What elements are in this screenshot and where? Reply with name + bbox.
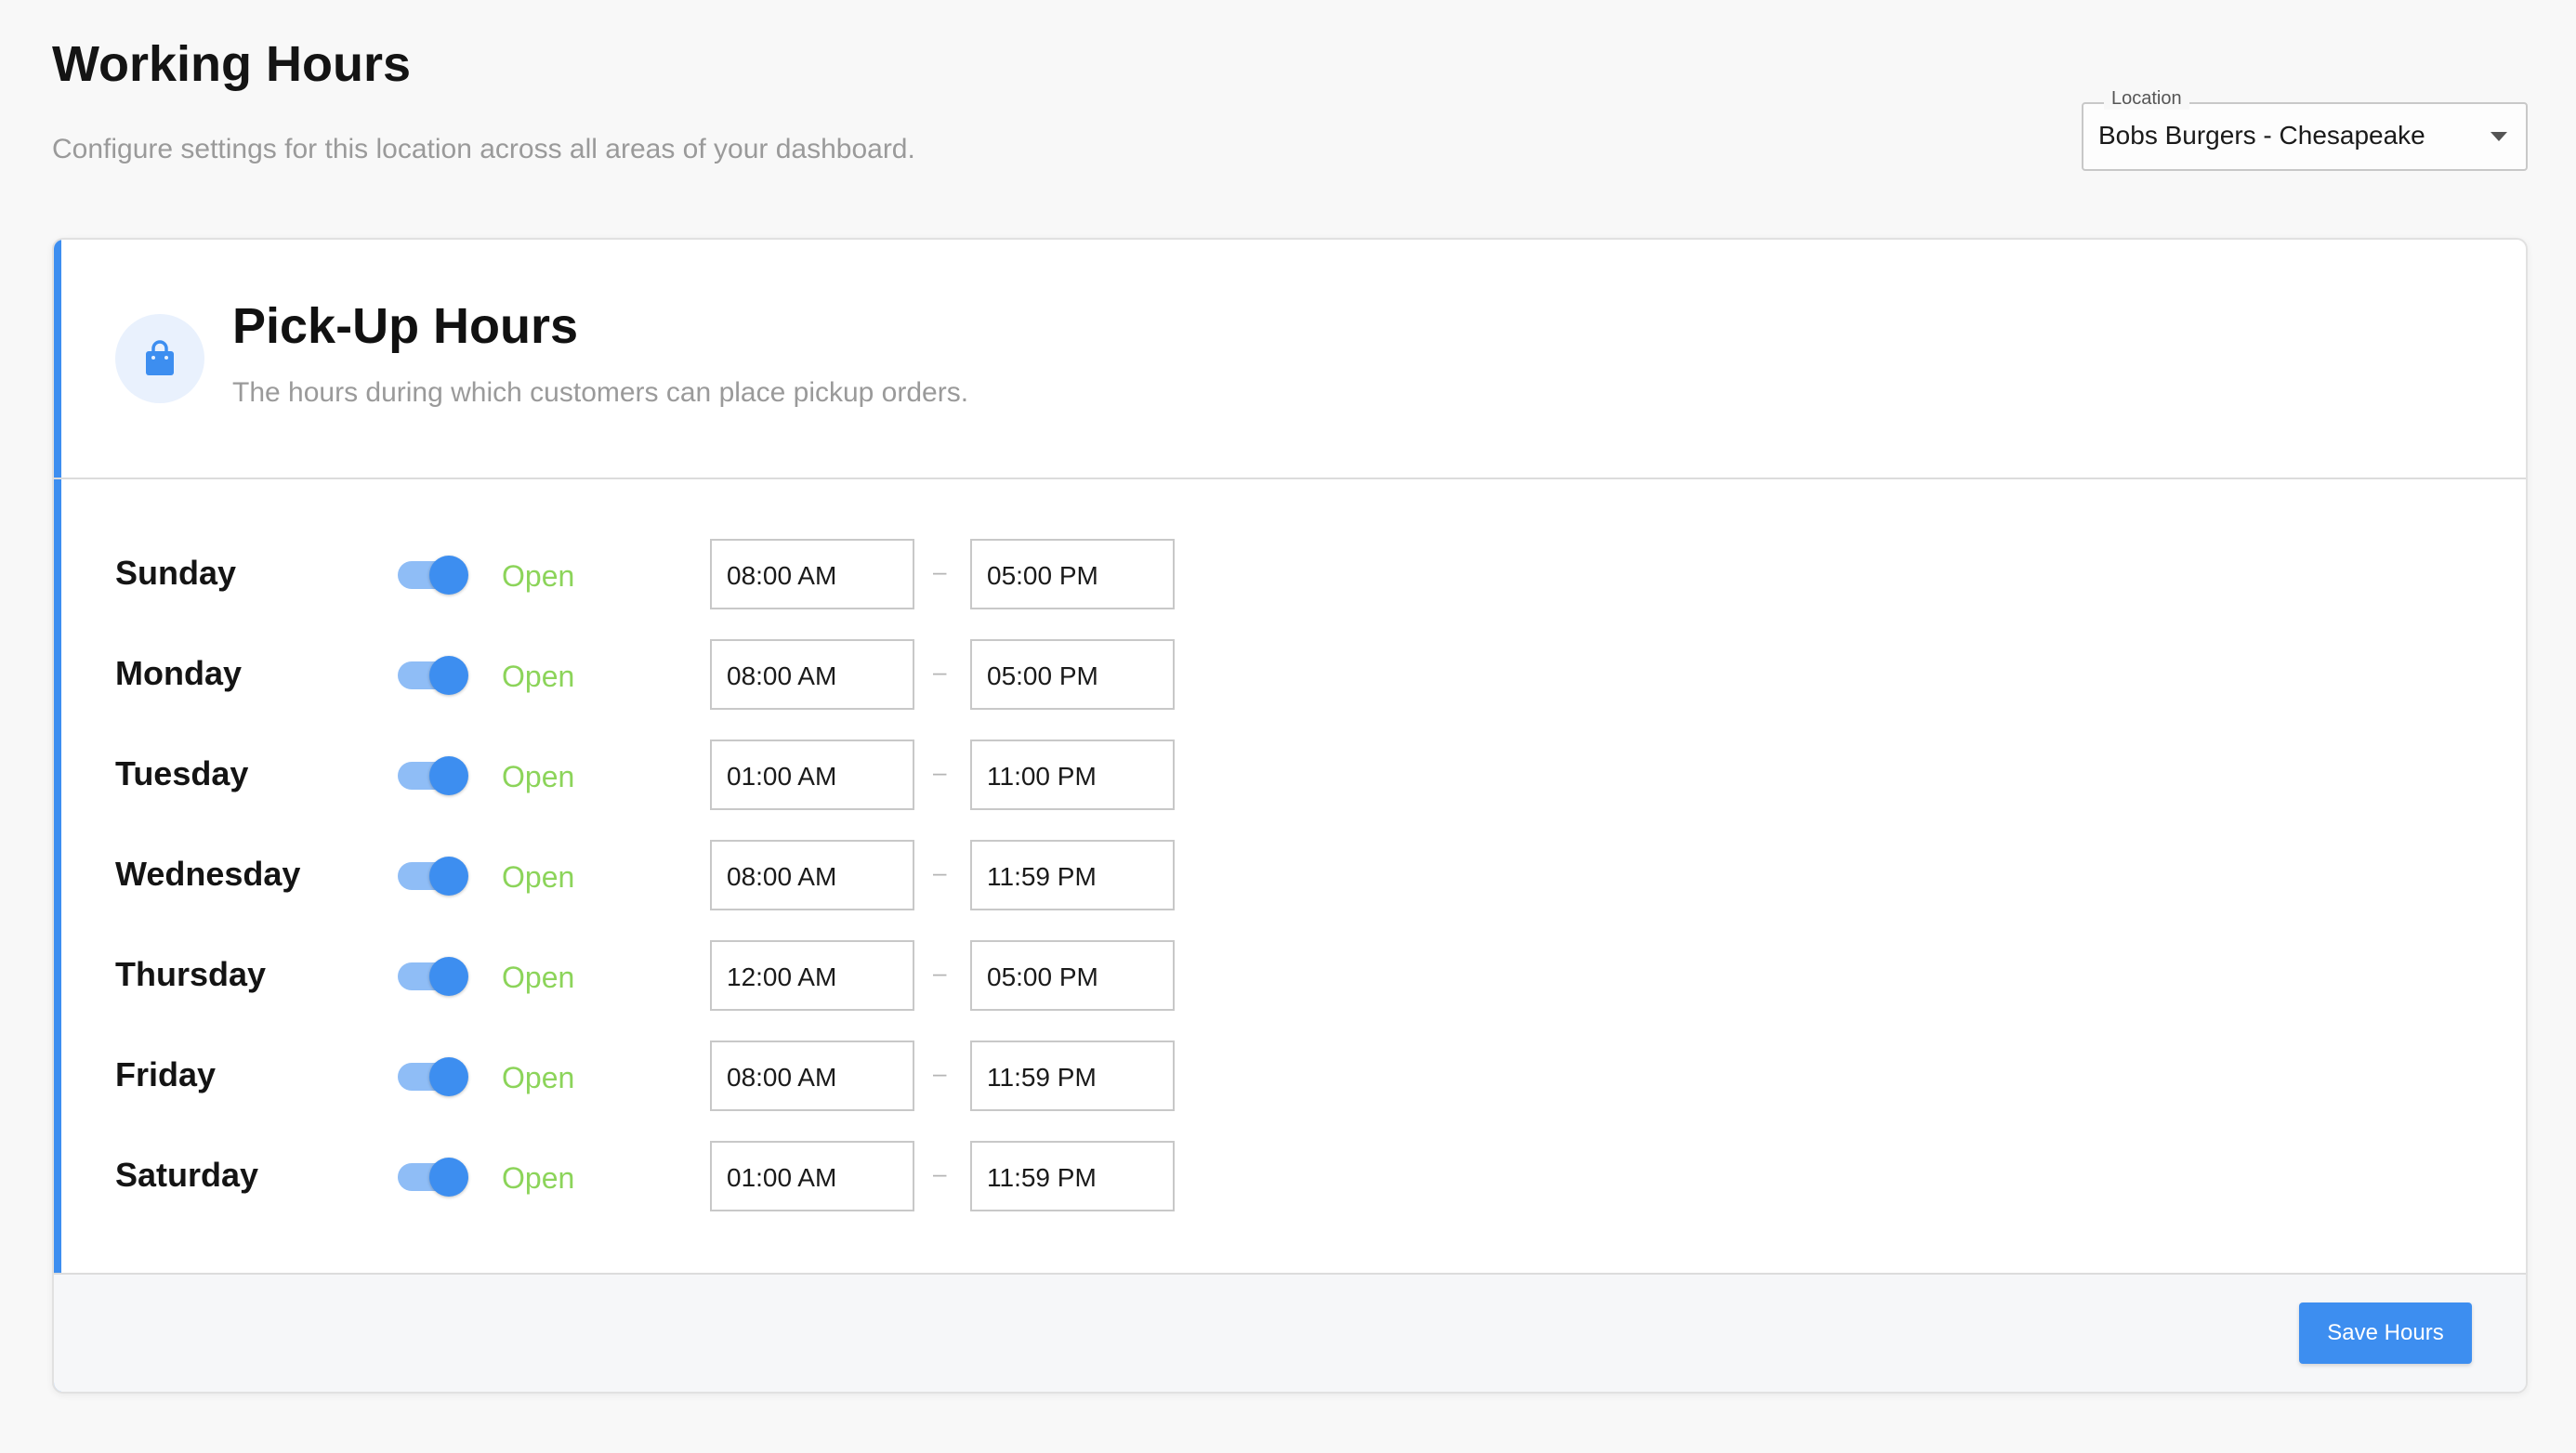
location-label: Location	[2104, 88, 2189, 110]
day-label: Wednesday	[115, 855, 301, 893]
toggle-thumb	[429, 656, 468, 695]
chevron-down-icon	[2491, 132, 2507, 141]
close-time-input[interactable]: 11:59 PM	[970, 1041, 1175, 1111]
toggle-thumb	[429, 1057, 468, 1096]
day-toggle[interactable]	[398, 1158, 470, 1197]
day-toggle[interactable]	[398, 556, 470, 595]
card-subtitle: The hours during which customers can pla…	[232, 377, 969, 408]
close-time-input[interactable]: 05:00 PM	[970, 539, 1175, 609]
pickup-hours-card: Pick-Up Hours The hours during which cus…	[52, 238, 2528, 1394]
shopping-bag-icon-badge	[115, 314, 204, 403]
status-label: Open	[502, 1061, 575, 1094]
day-label: Friday	[115, 1055, 217, 1093]
day-toggle[interactable]	[398, 656, 470, 695]
day-label: Monday	[115, 654, 243, 692]
status-label: Open	[502, 760, 575, 793]
day-row-tuesday: Tuesday Open 01:00 AM – 11:00 PM	[54, 740, 2526, 810]
day-label: Tuesday	[115, 754, 249, 792]
open-time-input[interactable]: 08:00 AM	[710, 1041, 914, 1111]
close-time-input[interactable]: 11:00 PM	[970, 740, 1175, 810]
time-separator: –	[933, 959, 947, 987]
time-separator: –	[933, 1059, 947, 1087]
working-hours-page: Working Hours Configure settings for thi…	[0, 0, 2576, 1453]
shopping-bag-icon	[146, 340, 174, 375]
open-time-input[interactable]: 08:00 AM	[710, 539, 914, 609]
toggle-thumb	[429, 1158, 468, 1197]
day-toggle[interactable]	[398, 1057, 470, 1096]
day-toggle[interactable]	[398, 756, 470, 795]
day-row-friday: Friday Open 08:00 AM – 11:59 PM	[54, 1041, 2526, 1111]
time-separator: –	[933, 758, 947, 786]
day-row-wednesday: Wednesday Open 08:00 AM – 11:59 PM	[54, 840, 2526, 910]
day-label: Saturday	[115, 1156, 259, 1194]
time-separator: –	[933, 557, 947, 585]
day-label: Thursday	[115, 955, 267, 993]
time-separator: –	[933, 658, 947, 686]
close-time-input[interactable]: 11:59 PM	[970, 840, 1175, 910]
open-time-input[interactable]: 01:00 AM	[710, 740, 914, 810]
page-title: Working Hours	[52, 36, 412, 92]
card-header: Pick-Up Hours The hours during which cus…	[54, 240, 2526, 479]
page-subtitle: Configure settings for this location acr…	[52, 134, 915, 164]
status-label: Open	[502, 559, 575, 593]
status-label: Open	[502, 660, 575, 693]
toggle-thumb	[429, 957, 468, 996]
day-toggle[interactable]	[398, 957, 470, 996]
status-label: Open	[502, 1161, 575, 1195]
close-time-input[interactable]: 11:59 PM	[970, 1141, 1175, 1211]
status-label: Open	[502, 961, 575, 994]
time-separator: –	[933, 858, 947, 886]
close-time-input[interactable]: 05:00 PM	[970, 639, 1175, 710]
day-row-sunday: Sunday Open 08:00 AM – 05:00 PM	[54, 539, 2526, 609]
open-time-input[interactable]: 12:00 AM	[710, 940, 914, 1011]
day-toggle[interactable]	[398, 857, 470, 896]
open-time-input[interactable]: 08:00 AM	[710, 840, 914, 910]
card-footer: Save Hours	[54, 1273, 2526, 1392]
open-time-input[interactable]: 01:00 AM	[710, 1141, 914, 1211]
status-label: Open	[502, 860, 575, 894]
location-value: Bobs Burgers - Chesapeake	[2098, 121, 2425, 150]
toggle-thumb	[429, 857, 468, 896]
card-title: Pick-Up Hours	[232, 298, 579, 354]
close-time-input[interactable]: 05:00 PM	[970, 940, 1175, 1011]
toggle-thumb	[429, 756, 468, 795]
save-hours-button[interactable]: Save Hours	[2299, 1302, 2472, 1364]
time-separator: –	[933, 1159, 947, 1187]
day-label: Sunday	[115, 554, 237, 592]
location-select[interactable]: Location Bobs Burgers - Chesapeake	[2082, 88, 2528, 171]
toggle-thumb	[429, 556, 468, 595]
day-row-saturday: Saturday Open 01:00 AM – 11:59 PM	[54, 1141, 2526, 1211]
day-row-thursday: Thursday Open 12:00 AM – 05:00 PM	[54, 940, 2526, 1011]
open-time-input[interactable]: 08:00 AM	[710, 639, 914, 710]
day-row-monday: Monday Open 08:00 AM – 05:00 PM	[54, 639, 2526, 710]
